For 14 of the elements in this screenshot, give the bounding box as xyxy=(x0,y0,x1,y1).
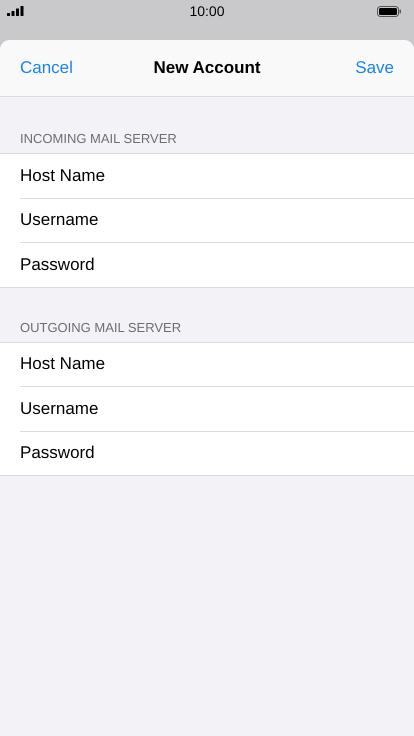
battery-icon xyxy=(377,6,402,16)
section-header: INCOMING MAIL SERVER xyxy=(20,131,177,146)
section-header: OUTGOING MAIL SERVER xyxy=(20,320,182,334)
sheet-title: New Account xyxy=(153,58,261,77)
status-time: 10:00 xyxy=(189,3,225,19)
input-field[interactable]: Username xyxy=(20,396,380,421)
input-field[interactable]: Username xyxy=(20,208,380,232)
cancel-button[interactable]: Cancel xyxy=(20,58,73,78)
save-button[interactable]: Save xyxy=(355,58,394,78)
input-field[interactable]: Host Name xyxy=(20,164,380,188)
input-field[interactable]: Host Name xyxy=(20,352,380,376)
input-field[interactable]: Password xyxy=(20,441,380,466)
signal-icon xyxy=(7,6,24,16)
input-field[interactable]: Password xyxy=(20,252,380,277)
